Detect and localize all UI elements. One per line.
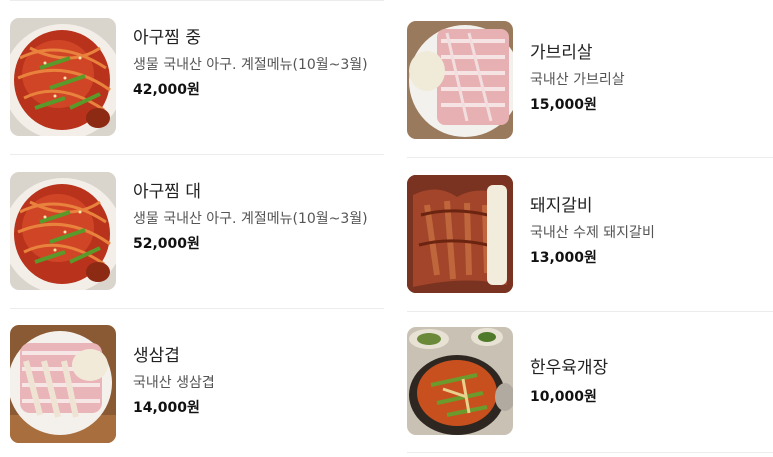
menu-item-price: 15,000원 [530,97,597,113]
spicy-monkfish-photo[interactable] [10,18,116,136]
menu-item-description: 생물 국내산 아구. 계절메뉴(10월~3월) [133,57,368,73]
divider [10,0,384,1]
menu-item-description: 국내산 가브리살 [530,72,625,88]
menu-item-name: 돼지갈비 [530,196,593,216]
menu-item-price: 42,000원 [133,82,200,98]
beef-spicy-soup-photo[interactable] [407,327,513,435]
divider [10,154,384,155]
divider [407,157,773,158]
menu-item-description: 국내산 수제 돼지갈비 [530,225,655,241]
spicy-monkfish-photo[interactable] [10,172,116,290]
menu-item-description: 생물 국내산 아구. 계절메뉴(10월~3월) [133,211,368,227]
raw-pork-belly-photo[interactable] [10,325,116,443]
menu-item-price: 13,000원 [530,250,597,266]
menu-item-name: 가브리살 [530,43,593,63]
menu-item-info: 아구찜 대 생물 국내산 아구. 계절메뉴(10월~3월) 52,000원 [133,181,384,254]
menu-item-info: 한우육개장 10,000원 [530,357,773,407]
menu-item-price: 52,000원 [133,236,200,252]
marinated-pork-ribs-photo[interactable] [407,175,513,293]
menu-item-name: 아구찜 중 [133,28,201,48]
divider [407,311,773,312]
menu-item-price: 10,000원 [530,389,597,405]
menu-item-price: 14,000원 [133,400,200,416]
divider [407,452,773,453]
menu-item-info: 아구찜 중 생물 국내산 아구. 계절메뉴(10월~3월) 42,000원 [133,27,384,100]
menu-item-description: 국내산 생삼겹 [133,375,215,391]
menu-item-name: 생삼겹 [133,346,180,366]
menu-item-info: 생삼겹 국내산 생삼겹 14,000원 [133,345,384,418]
divider [10,308,384,309]
menu-item-name: 한우육개장 [530,358,609,378]
pork-jowl-photo[interactable] [407,21,513,139]
menu-item-name: 아구찜 대 [133,182,201,202]
menu-item-info: 돼지갈비 국내산 수제 돼지갈비 13,000원 [530,195,773,268]
menu-item-info: 가브리살 국내산 가브리살 15,000원 [530,42,773,115]
